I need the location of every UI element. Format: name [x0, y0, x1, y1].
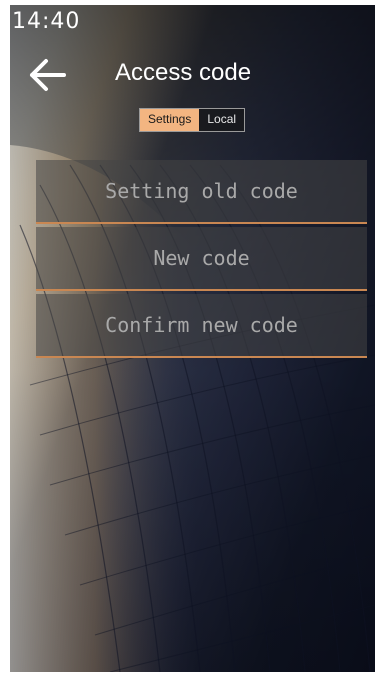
status-time: 14:40	[12, 9, 81, 34]
confirm-code-placeholder: Confirm new code	[105, 313, 298, 337]
header: Access code	[10, 49, 375, 101]
old-code-placeholder: Setting old code	[105, 179, 298, 203]
page-title: Access code	[115, 59, 252, 86]
confirm-code-field[interactable]: Confirm new code	[36, 294, 367, 358]
arrow-left-icon	[30, 59, 66, 91]
new-code-field[interactable]: New code	[36, 227, 367, 291]
back-button[interactable]	[26, 55, 70, 95]
old-code-field[interactable]: Setting old code	[36, 160, 367, 224]
tab-local[interactable]: Local	[199, 109, 244, 131]
new-code-placeholder: New code	[153, 246, 250, 270]
screen: 14:40 Access code Settings Local Setting…	[10, 5, 375, 672]
tab-bar: Settings Local	[139, 108, 246, 132]
tab-settings[interactable]: Settings	[140, 109, 200, 131]
